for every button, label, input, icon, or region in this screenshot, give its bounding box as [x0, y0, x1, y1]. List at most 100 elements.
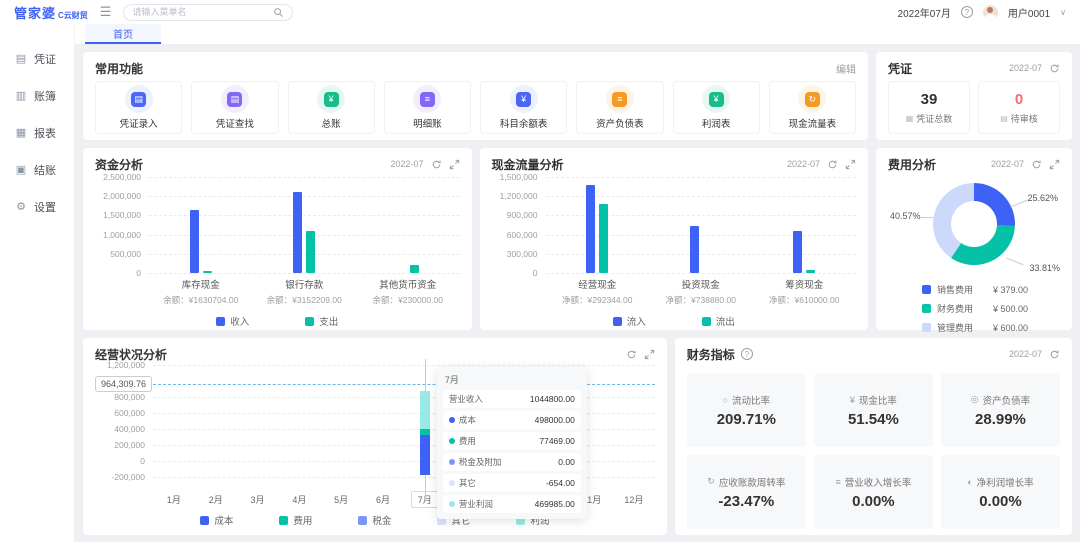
refresh-icon[interactable]: [1031, 159, 1042, 170]
edit-button[interactable]: 编辑: [836, 61, 856, 76]
sidebar-item-label: 结账: [34, 162, 56, 178]
category-label: 其他货币资金: [356, 277, 460, 291]
stat-value: 0: [1015, 91, 1023, 108]
function-card[interactable]: ↻现金流量表: [769, 81, 856, 134]
voucher-stat-card[interactable]: 39▦凭证总数: [888, 81, 970, 134]
sidebar-item-books[interactable]: ▥账簿: [0, 77, 74, 114]
legend-amount: ¥ 600.00: [993, 323, 1028, 333]
expand-icon[interactable]: [449, 159, 460, 170]
asset-liability-icon: ≡: [606, 85, 634, 113]
reports-icon: ▦: [15, 126, 27, 139]
legend-label: 财务费用: [937, 302, 973, 315]
refresh-icon[interactable]: [431, 159, 442, 170]
tooltip-title: 7月: [445, 373, 581, 386]
refresh-icon[interactable]: [1049, 63, 1060, 74]
refresh-icon[interactable]: [827, 159, 838, 170]
function-card[interactable]: ¥总账: [288, 81, 375, 134]
expense-legend: 销售费用¥ 379.00 财务费用¥ 500.00 管理费用 ¥ 600.00: [922, 283, 1060, 334]
expand-icon[interactable]: [1049, 159, 1060, 170]
current-ratio-icon: ○: [723, 395, 728, 405]
function-card-label: 明细账: [413, 116, 442, 130]
panel-title: 财务指标: [687, 346, 735, 363]
x-tick: 5月: [320, 493, 362, 506]
legend-item[interactable]: 流出: [702, 314, 735, 328]
chart-legend: 流入 流出: [492, 314, 857, 328]
expense-donut-chart: 25.62% 33.81% 40.57%: [888, 179, 1060, 275]
menu-icon[interactable]: ☰: [100, 4, 112, 20]
y-tick: 500,000: [110, 249, 141, 259]
help-icon[interactable]: ?: [961, 6, 973, 18]
markline-label: 964,309.76: [95, 376, 152, 392]
bar-流入: [586, 185, 595, 273]
dashboard-content: 常用功能 编辑 ▤凭证录入▤凭证查找¥总账≡明细账¥科目余额表≡资产负债表¥利润…: [75, 45, 1080, 542]
category-caption: 净额：¥738880.00: [649, 294, 753, 306]
expand-icon[interactable]: [845, 159, 856, 170]
indicator-label: ◎资产负债率: [971, 393, 1030, 407]
function-card-label: 凭证查找: [216, 116, 254, 130]
refresh-icon[interactable]: [1049, 349, 1060, 360]
category-label: 银行存款: [253, 277, 357, 291]
y-tick: 0: [533, 268, 538, 278]
function-card-label: 利润表: [702, 116, 731, 130]
expand-icon[interactable]: [644, 349, 655, 360]
help-icon[interactable]: ?: [741, 348, 753, 360]
legend-item[interactable]: 税金: [358, 513, 391, 527]
tab-home[interactable]: 首页: [85, 24, 161, 44]
legend-item[interactable]: 支出: [305, 314, 338, 328]
tooltip-row: 费用77469.00: [443, 432, 581, 450]
y-tick: 1,000,000: [103, 230, 141, 240]
voucher-stat-card[interactable]: 0▤待审核: [978, 81, 1060, 134]
current-period[interactable]: 2022年07月: [898, 5, 951, 20]
legend-item[interactable]: 成本: [200, 513, 233, 527]
legend-item[interactable]: 财务费用¥ 500.00: [922, 302, 1060, 315]
legend-item[interactable]: 费用: [279, 513, 312, 527]
y-tick: 1,500,000: [500, 172, 538, 182]
function-card-label: 总账: [322, 116, 341, 130]
panel-period: 2022-07: [390, 159, 423, 169]
category-label: 投资现金: [649, 277, 753, 291]
indicator-label: ○流动比率: [723, 393, 770, 407]
legend-item[interactable]: 流入: [613, 314, 646, 328]
legend-item[interactable]: 收入: [216, 314, 249, 328]
user-name[interactable]: 用户0001: [1008, 5, 1050, 20]
operation-chart: 1,200,000800,000600,000400,000200,0000-2…: [95, 365, 655, 529]
legend-item[interactable]: 销售费用¥ 379.00: [922, 283, 1060, 296]
function-card[interactable]: ≡明细账: [384, 81, 471, 134]
bar-流入: [690, 226, 699, 273]
pie-pct-label: 33.81%: [1029, 263, 1060, 273]
indicator-value: 209.71%: [717, 411, 776, 428]
refresh-icon[interactable]: [626, 349, 637, 360]
legend-item[interactable]: 管理费用 ¥ 600.00: [922, 321, 1060, 334]
sidebar-item-settings[interactable]: ⚙设置: [0, 188, 74, 225]
function-card[interactable]: ▤凭证查找: [191, 81, 278, 134]
function-card[interactable]: ▤凭证录入: [95, 81, 182, 134]
panel-title: 现金流量分析: [492, 156, 564, 173]
sidebar-item-closing[interactable]: ▣结账: [0, 151, 74, 188]
profit-growth-icon: ◐: [967, 477, 972, 487]
function-card[interactable]: ¥利润表: [673, 81, 760, 134]
menu-search[interactable]: [123, 4, 293, 21]
function-card[interactable]: ¥科目余额表: [480, 81, 567, 134]
bar-收入: [190, 210, 199, 273]
common-functions-panel: 常用功能 编辑 ▤凭证录入▤凭证查找¥总账≡明细账¥科目余额表≡资产负债表¥利润…: [83, 52, 868, 140]
legend-label: 管理费用: [937, 321, 973, 334]
chevron-down-icon[interactable]: ∨: [1060, 8, 1066, 17]
sidebar-item-reports[interactable]: ▦报表: [0, 114, 74, 151]
receivable-turnover-icon: ↻: [707, 476, 715, 487]
bar-支出: [410, 265, 419, 273]
stack-segment-成本: [420, 435, 430, 475]
avatar[interactable]: [983, 5, 998, 20]
search-icon[interactable]: [273, 7, 284, 18]
indicator-card: ≡营业收入增长率0.00%: [814, 455, 933, 529]
x-tick: 3月: [237, 493, 279, 506]
sidebar-item-voucher[interactable]: ▤凭证: [0, 40, 74, 77]
panel-title: 常用功能: [95, 60, 143, 77]
top-bar: 管家婆 C云财贸 ☰ 2022年07月 ? 用户0001 ∨: [0, 0, 1080, 24]
stack-segment-利润: [420, 391, 430, 429]
cash-ratio-icon: ¥: [850, 395, 855, 405]
revenue-growth-icon: ≡: [836, 477, 841, 487]
function-card[interactable]: ≡资产负债表: [576, 81, 663, 134]
x-tick: 1月: [153, 493, 195, 506]
search-input[interactable]: [132, 7, 267, 17]
y-tick: 1,200,000: [107, 360, 145, 370]
